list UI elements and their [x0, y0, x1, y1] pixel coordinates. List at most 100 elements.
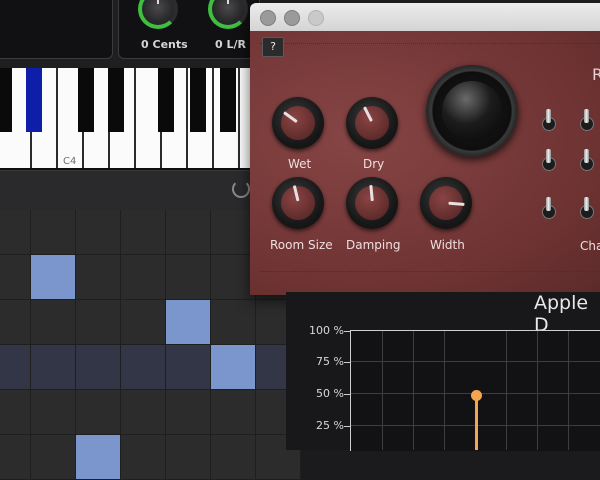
y-label: 100 %: [309, 324, 344, 337]
help-button[interactable]: ?: [262, 37, 284, 57]
grid-cell[interactable]: [31, 255, 76, 300]
grid-cell[interactable]: [121, 210, 166, 255]
toggle-switch[interactable]: [542, 197, 556, 221]
grid-cell[interactable]: [211, 390, 256, 435]
graph-marker-handle[interactable]: [471, 390, 482, 401]
pan-value: 0: [215, 38, 223, 51]
grid-cell[interactable]: [211, 435, 256, 480]
grid-cell[interactable]: [166, 435, 211, 480]
toggle-switch[interactable]: [542, 149, 556, 173]
grid-line: [537, 331, 538, 450]
piano-black-key[interactable]: [158, 68, 174, 132]
piano-black-key[interactable]: [220, 68, 236, 132]
wet-knob[interactable]: [272, 97, 324, 149]
grid-cell[interactable]: [121, 300, 166, 345]
grid-cell[interactable]: [0, 435, 31, 480]
grid-cell[interactable]: [166, 255, 211, 300]
toggle-switch[interactable]: [542, 109, 556, 133]
y-tick: [344, 362, 350, 363]
grid-cell[interactable]: [76, 435, 121, 480]
bypass-button[interactable]: [426, 65, 518, 157]
step-grid: [0, 210, 301, 480]
dry-knob[interactable]: [346, 97, 398, 149]
pan-unit: L/R: [226, 38, 247, 51]
grid-cell[interactable]: [121, 255, 166, 300]
piano-black-key-active[interactable]: [26, 68, 42, 132]
cents-readout: 0 Cents: [141, 38, 188, 51]
pan-knob[interactable]: [208, 0, 248, 29]
y-tick: [344, 331, 350, 332]
grid-line: [506, 331, 507, 450]
grid-cell[interactable]: [121, 390, 166, 435]
cents-knob[interactable]: [138, 0, 178, 29]
y-tick: [344, 394, 350, 395]
close-window-button[interactable]: [260, 10, 276, 26]
grid-line: [382, 331, 383, 450]
grid-cell[interactable]: [31, 345, 76, 390]
grid-cell[interactable]: [0, 255, 31, 300]
grid-cell[interactable]: [31, 300, 76, 345]
grid-cell[interactable]: [0, 300, 31, 345]
grid-cell[interactable]: [0, 210, 31, 255]
piano-black-key[interactable]: [78, 68, 94, 132]
graph-marker-stem: [475, 395, 478, 450]
minimize-window-button[interactable]: [284, 10, 300, 26]
damping-label: Damping: [346, 238, 401, 252]
grid-cell[interactable]: [31, 210, 76, 255]
room-size-label: Room Size: [270, 238, 333, 252]
piano-black-key[interactable]: [0, 68, 12, 132]
grid-cell[interactable]: [121, 435, 166, 480]
grid-cell[interactable]: [0, 345, 31, 390]
grid-line: [444, 331, 445, 450]
grid-cell[interactable]: [166, 345, 211, 390]
piano-footer: [0, 170, 252, 211]
grid-line: [351, 361, 600, 362]
grid-cell[interactable]: [166, 210, 211, 255]
grid-cell[interactable]: [31, 435, 76, 480]
toggle-switch[interactable]: [580, 197, 594, 221]
y-tick: [344, 426, 350, 427]
tuning-panel: 0 Cents 0 L/R: [118, 0, 260, 59]
grid-cell[interactable]: [76, 390, 121, 435]
grid-cell[interactable]: [76, 345, 121, 390]
rivet-row-top: [260, 43, 600, 48]
y-label: 75 %: [316, 355, 344, 368]
octave-label: C4: [63, 156, 77, 167]
grid-cell[interactable]: [211, 300, 256, 345]
wet-label: Wet: [288, 157, 312, 171]
grid-cell[interactable]: [76, 300, 121, 345]
cents-unit: Cents: [152, 38, 188, 51]
plugin-title: R: [592, 65, 600, 84]
refresh-icon[interactable]: [232, 180, 250, 198]
piano-black-key[interactable]: [190, 68, 206, 132]
grid-cell[interactable]: [166, 390, 211, 435]
grid-line: [413, 331, 414, 450]
left-panel: [0, 0, 113, 59]
y-label: 50 %: [316, 387, 344, 400]
width-label: Width: [430, 238, 465, 252]
grid-cell[interactable]: [211, 345, 256, 390]
rivet-row-bottom: [260, 271, 600, 276]
room-size-knob[interactable]: [272, 177, 324, 229]
plugin-title-bar[interactable]: [250, 3, 600, 31]
grid-line: [568, 331, 569, 450]
grid-cell[interactable]: [31, 390, 76, 435]
width-knob[interactable]: [420, 177, 472, 229]
dry-label: Dry: [363, 157, 385, 171]
zoom-window-button[interactable]: [308, 10, 324, 26]
grid-cell[interactable]: [0, 390, 31, 435]
grid-cell[interactable]: [76, 210, 121, 255]
grid-cell[interactable]: [76, 255, 121, 300]
y-label: 25 %: [316, 419, 344, 432]
cents-value: 0: [141, 38, 149, 51]
piano-keyboard: [0, 68, 266, 170]
toggle-switch[interactable]: [580, 149, 594, 173]
toggle-switch[interactable]: [580, 109, 594, 133]
grid-cell[interactable]: [166, 300, 211, 345]
reverb-plugin-window: ? Wet Dry Room Size Damping Width R Cha: [250, 3, 600, 295]
channel-label: Cha: [580, 239, 600, 253]
piano-black-key[interactable]: [108, 68, 124, 132]
damping-knob[interactable]: [346, 177, 398, 229]
grid-cell[interactable]: [121, 345, 166, 390]
pan-readout: 0 L/R: [215, 38, 246, 51]
